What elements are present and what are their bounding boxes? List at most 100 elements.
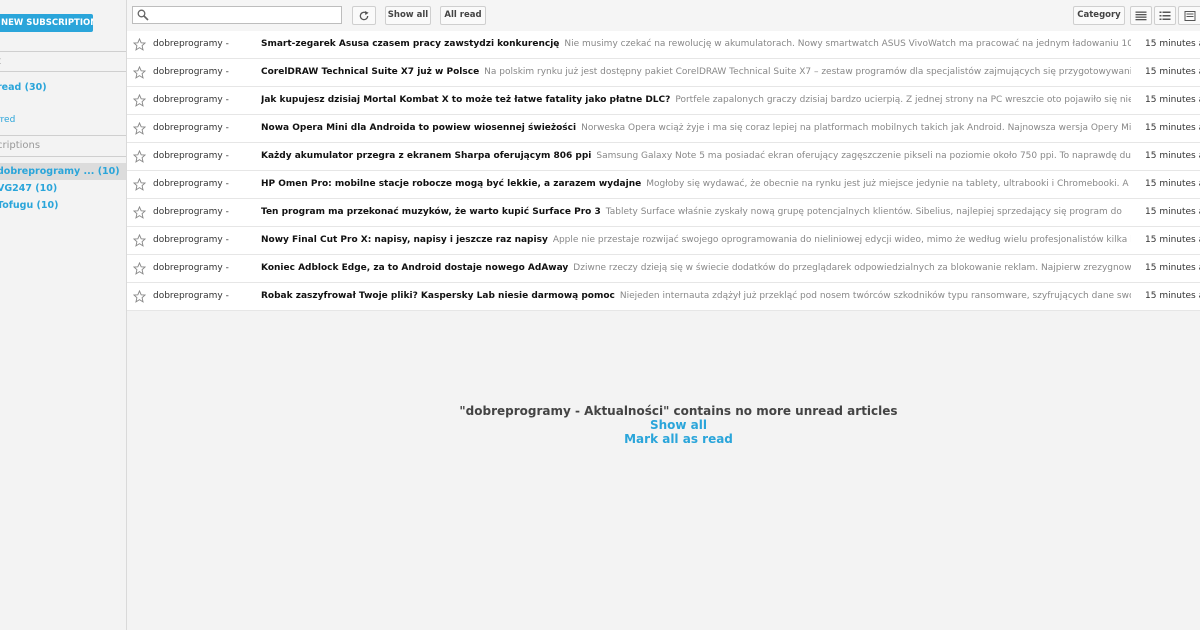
- article-title[interactable]: Nowa Opera Mini dla Androida to powiew w…: [261, 123, 576, 133]
- show-all-link[interactable]: Show all: [127, 418, 1200, 432]
- sidebar-item-unread[interactable]: read (30): [0, 82, 47, 93]
- article-title[interactable]: HP Omen Pro: mobilne stacje robocze mogą…: [261, 179, 641, 189]
- compact-list-icon: [1135, 11, 1147, 20]
- article-snippet: Tablety Surface właśnie zyskały nową gru…: [605, 207, 1122, 217]
- article-summary[interactable]: Jak kupujesz dzisiaj Mortal Kombat X to …: [261, 87, 1131, 114]
- mark-all-read-link[interactable]: Mark all as read: [127, 432, 1200, 446]
- article-row[interactable]: dobreprogramy - Smart-zegarek Asusa czas…: [127, 31, 1200, 59]
- article-snippet: Dziwne rzeczy dzieją się w świecie dodat…: [573, 263, 1131, 273]
- article-feed: dobreprogramy -: [153, 95, 229, 105]
- refresh-button[interactable]: [352, 6, 376, 25]
- article-time: 15 minutes ago: [1145, 151, 1200, 161]
- all-read-button[interactable]: All read: [440, 6, 486, 25]
- article-row[interactable]: dobreprogramy - Nowa Opera Mini dla Andr…: [127, 115, 1200, 143]
- sidebar-divider: [0, 156, 126, 157]
- article-snippet: Apple nie przestaje rozwijać swojego opr…: [552, 235, 1131, 245]
- sidebar-feed-dobreprogramy[interactable]: dobreprogramy ... (10): [0, 166, 120, 177]
- article-feed: dobreprogramy -: [153, 207, 229, 217]
- star-icon[interactable]: [133, 38, 146, 51]
- article-snippet: Niejeden internauta zdążył już przekląć …: [619, 291, 1131, 301]
- sidebar: NEW SUBSCRIPTION t read (30) rred cripti…: [0, 0, 127, 630]
- article-summary[interactable]: Robak zaszyfrował Twoje pliki? Kaspersky…: [261, 283, 1131, 310]
- article-time: 15 minutes ago: [1145, 263, 1200, 273]
- article-feed: dobreprogramy -: [153, 263, 229, 273]
- article-snippet: Portfele zapalonych graczy dzisiaj bardz…: [675, 95, 1131, 105]
- article-feed: dobreprogramy -: [153, 67, 229, 77]
- article-time: 15 minutes ago: [1145, 39, 1200, 49]
- sidebar-divider: [0, 51, 126, 52]
- article-row[interactable]: dobreprogramy - Koniec Adblock Edge, za …: [127, 255, 1200, 283]
- article-feed: dobreprogramy -: [153, 235, 229, 245]
- article-row[interactable]: dobreprogramy - CorelDRAW Technical Suit…: [127, 59, 1200, 87]
- sidebar-section-header: t: [0, 56, 1, 67]
- article-time: 15 minutes ago: [1145, 235, 1200, 245]
- article-row[interactable]: dobreprogramy - Robak zaszyfrował Twoje …: [127, 283, 1200, 311]
- no-more-articles-message: "dobreprogramy - Aktualności" contains n…: [459, 404, 898, 418]
- article-row[interactable]: dobreprogramy - Jak kupujesz dzisiaj Mor…: [127, 87, 1200, 115]
- sidebar-feed-tofugu[interactable]: Tofugu (10): [0, 200, 58, 211]
- view-expanded-button[interactable]: [1178, 6, 1200, 25]
- article-summary[interactable]: HP Omen Pro: mobilne stacje robocze mogą…: [261, 171, 1131, 198]
- star-icon[interactable]: [133, 150, 146, 163]
- article-row[interactable]: dobreprogramy - HP Omen Pro: mobilne sta…: [127, 171, 1200, 199]
- article-row[interactable]: dobreprogramy - Nowy Final Cut Pro X: na…: [127, 227, 1200, 255]
- article-title[interactable]: CorelDRAW Technical Suite X7 już w Polsc…: [261, 67, 479, 77]
- article-feed: dobreprogramy -: [153, 151, 229, 161]
- article-time: 15 minutes ago: [1145, 123, 1200, 133]
- toolbar: Show all All read Category: [127, 0, 1200, 32]
- article-time: 15 minutes ago: [1145, 95, 1200, 105]
- article-summary[interactable]: Smart-zegarek Asusa czasem pracy zawstyd…: [261, 31, 1131, 58]
- article-row[interactable]: dobreprogramy - Ten program ma przekonać…: [127, 199, 1200, 227]
- new-subscription-button[interactable]: NEW SUBSCRIPTION: [0, 14, 93, 32]
- search-icon: [137, 9, 149, 21]
- article-time: 15 minutes ago: [1145, 291, 1200, 301]
- article-title[interactable]: Ten program ma przekonać muzyków, że war…: [261, 207, 601, 217]
- article-summary[interactable]: Koniec Adblock Edge, za to Android dosta…: [261, 255, 1131, 282]
- article-feed: dobreprogramy -: [153, 123, 229, 133]
- article-time: 15 minutes ago: [1145, 207, 1200, 217]
- article-list: dobreprogramy - Smart-zegarek Asusa czas…: [127, 31, 1200, 311]
- article-title[interactable]: Nowy Final Cut Pro X: napisy, napisy i j…: [261, 235, 548, 245]
- article-title[interactable]: Robak zaszyfrował Twoje pliki? Kaspersky…: [261, 291, 615, 301]
- star-icon[interactable]: [133, 206, 146, 219]
- category-button[interactable]: Category: [1073, 6, 1125, 25]
- list-icon: [1159, 11, 1171, 20]
- article-summary[interactable]: Nowa Opera Mini dla Androida to powiew w…: [261, 115, 1131, 142]
- article-title[interactable]: Smart-zegarek Asusa czasem pracy zawstyd…: [261, 39, 559, 49]
- article-time: 15 minutes ago: [1145, 179, 1200, 189]
- star-icon[interactable]: [133, 94, 146, 107]
- article-snippet: Norweska Opera wciąż żyje i ma się coraz…: [581, 123, 1131, 133]
- empty-state: "dobreprogramy - Aktualności" contains n…: [127, 404, 1200, 446]
- article-feed: dobreprogramy -: [153, 291, 229, 301]
- article-summary[interactable]: Nowy Final Cut Pro X: napisy, napisy i j…: [261, 227, 1131, 254]
- article-row[interactable]: dobreprogramy - Każdy akumulator przegra…: [127, 143, 1200, 171]
- article-title[interactable]: Jak kupujesz dzisiaj Mortal Kombat X to …: [261, 95, 670, 105]
- view-list-button[interactable]: [1154, 6, 1176, 25]
- expanded-view-icon: [1184, 10, 1196, 21]
- article-time: 15 minutes ago: [1145, 67, 1200, 77]
- view-compact-button[interactable]: [1130, 6, 1152, 25]
- article-snippet: Nie musimy czekać na rewolucję w akumula…: [564, 39, 1131, 49]
- sidebar-item-starred[interactable]: rred: [0, 115, 15, 125]
- search-input[interactable]: [132, 6, 342, 24]
- star-icon[interactable]: [133, 234, 146, 247]
- article-summary[interactable]: CorelDRAW Technical Suite X7 już w Polsc…: [261, 59, 1131, 86]
- star-icon[interactable]: [133, 66, 146, 79]
- article-snippet: Samsung Galaxy Note 5 ma posiadać ekran …: [596, 151, 1131, 161]
- sidebar-divider: [0, 135, 126, 136]
- show-all-button[interactable]: Show all: [385, 6, 431, 25]
- star-icon[interactable]: [133, 290, 146, 303]
- star-icon[interactable]: [133, 122, 146, 135]
- article-snippet: Na polskim rynku już jest dostępny pakie…: [484, 67, 1131, 77]
- article-title[interactable]: Koniec Adblock Edge, za to Android dosta…: [261, 263, 568, 273]
- refresh-icon: [359, 10, 369, 20]
- star-icon[interactable]: [133, 178, 146, 191]
- article-feed: dobreprogramy -: [153, 39, 229, 49]
- article-snippet: Mogłoby się wydawać, że obecnie na rynku…: [646, 179, 1131, 189]
- article-summary[interactable]: Każdy akumulator przegra z ekranem Sharp…: [261, 143, 1131, 170]
- sidebar-divider: [0, 71, 126, 72]
- star-icon[interactable]: [133, 262, 146, 275]
- article-summary[interactable]: Ten program ma przekonać muzyków, że war…: [261, 199, 1131, 226]
- sidebar-feed-vg247[interactable]: VG247 (10): [0, 183, 57, 194]
- article-title[interactable]: Każdy akumulator przegra z ekranem Sharp…: [261, 151, 591, 161]
